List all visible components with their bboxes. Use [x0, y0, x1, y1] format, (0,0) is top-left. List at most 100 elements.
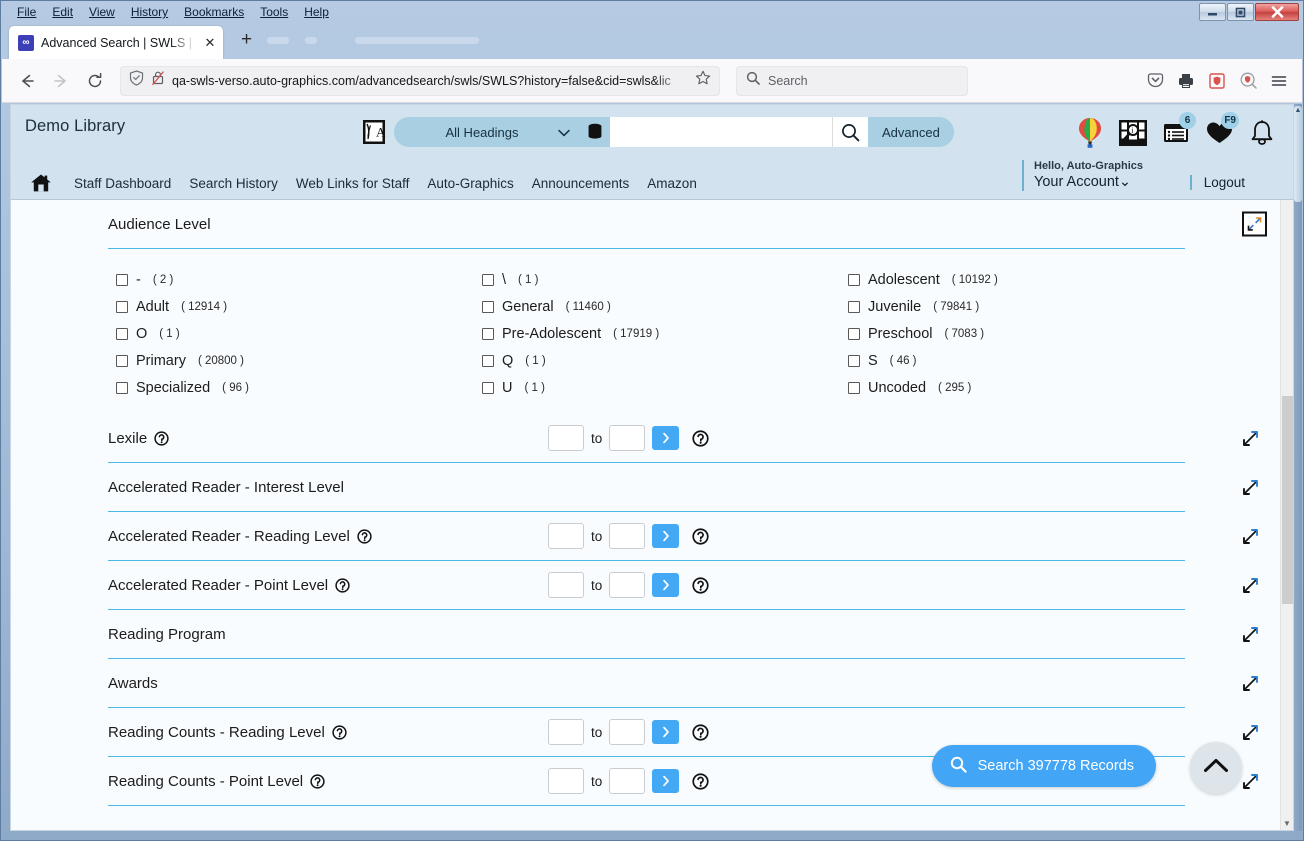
help-icon[interactable] — [692, 576, 709, 594]
language-toggle-icon[interactable]: A — [361, 118, 387, 146]
help-icon[interactable] — [310, 773, 325, 789]
menu-file[interactable]: File — [9, 3, 44, 21]
account-menu[interactable]: Hello, Auto-Graphics Your Account⌄ — [1022, 160, 1143, 191]
new-tab-button[interactable]: + — [241, 30, 252, 49]
filter-section-header[interactable]: Awards — [108, 659, 1258, 707]
advanced-search-button[interactable]: Advanced — [868, 117, 954, 147]
expand-section-icon[interactable] — [1239, 427, 1261, 449]
page-scrollbar-thumb[interactable] — [1282, 396, 1293, 604]
expand-section-icon[interactable] — [1239, 770, 1261, 792]
range-apply-button[interactable] — [652, 769, 680, 793]
range-from-input[interactable] — [548, 572, 584, 598]
expand-section-icon[interactable] — [1239, 574, 1261, 596]
hamburger-menu-icon[interactable] — [1268, 70, 1290, 92]
extension-shield-icon[interactable] — [1206, 70, 1228, 92]
search-records-button[interactable]: Search 397778 Records — [931, 745, 1156, 787]
audience-option[interactable]: Primary ( 20800 ) — [116, 353, 482, 369]
range-apply-button[interactable] — [652, 720, 680, 744]
help-icon[interactable] — [692, 429, 709, 447]
menu-help[interactable]: Help — [296, 3, 337, 21]
notification-bell-icon[interactable] — [1245, 115, 1279, 151]
help-icon[interactable] — [357, 528, 372, 544]
forward-button[interactable] — [46, 66, 76, 96]
menu-edit[interactable]: Edit — [44, 3, 81, 21]
expand-section-icon[interactable] — [1239, 623, 1261, 645]
expand-section-icon[interactable] — [1239, 721, 1261, 743]
back-button[interactable] — [12, 66, 42, 96]
help-icon[interactable] — [692, 772, 709, 790]
nav-web-links-for-staff[interactable]: Web Links for Staff — [287, 176, 419, 191]
nav-announcements[interactable]: Announcements — [523, 176, 639, 191]
help-icon[interactable] — [335, 577, 350, 593]
checkbox-icon[interactable] — [848, 328, 860, 340]
lock-crossed-icon[interactable] — [151, 70, 165, 91]
maximize-button[interactable] — [1227, 3, 1254, 21]
audience-option[interactable]: S ( 46 ) — [848, 353, 1185, 369]
balloon-icon[interactable] — [1073, 115, 1107, 151]
audience-level-header[interactable]: Audience Level — [108, 200, 1267, 248]
audience-option[interactable]: -( 2 ) — [116, 272, 482, 288]
checkbox-icon[interactable] — [482, 301, 494, 313]
nav-staff-dashboard[interactable]: Staff Dashboard — [65, 176, 180, 191]
search-scope-select[interactable]: All Headings — [394, 117, 580, 147]
range-to-input[interactable] — [609, 425, 646, 451]
checkbox-icon[interactable] — [848, 355, 860, 367]
menu-view[interactable]: View — [81, 3, 123, 21]
filter-section-header[interactable]: Reading Program — [108, 610, 1258, 658]
range-to-input[interactable] — [609, 719, 646, 745]
search-input[interactable] — [610, 117, 832, 147]
nav-auto-graphics[interactable]: Auto-Graphics — [418, 176, 522, 191]
audience-option[interactable]: Adolescent ( 10192 ) — [848, 272, 1185, 288]
range-apply-button[interactable] — [652, 573, 680, 597]
audience-option[interactable]: Juvenile ( 79841 ) — [848, 299, 1185, 315]
window-scrollbar[interactable] — [1294, 104, 1302, 831]
collapse-section-icon[interactable] — [1242, 211, 1267, 237]
extension-search-shield-icon[interactable] — [1237, 70, 1259, 92]
nav-search-history[interactable]: Search History — [180, 176, 287, 191]
logout-link[interactable]: Logout — [1204, 175, 1245, 190]
checkbox-icon[interactable] — [848, 382, 860, 394]
database-icon[interactable] — [580, 117, 610, 147]
range-to-input[interactable] — [609, 523, 646, 549]
audience-option[interactable]: Preschool ( 7083 ) — [848, 326, 1185, 342]
audience-option[interactable]: Pre-Adolescent ( 17919 ) — [482, 326, 848, 342]
audience-option[interactable]: U ( 1 ) — [482, 380, 848, 396]
checkbox-icon[interactable] — [116, 301, 128, 313]
range-to-input[interactable] — [609, 768, 646, 794]
checkbox-icon[interactable] — [116, 355, 128, 367]
filter-section-header[interactable]: Accelerated Reader - Point Level to — [108, 561, 1258, 609]
checkbox-icon[interactable] — [116, 274, 128, 286]
audience-option[interactable]: \ ( 1 ) — [482, 272, 848, 288]
expand-section-icon[interactable] — [1239, 525, 1261, 547]
home-icon[interactable] — [29, 171, 53, 195]
audience-option[interactable]: Specialized ( 96 ) — [116, 380, 482, 396]
help-icon[interactable] — [692, 723, 709, 741]
menu-tools[interactable]: Tools — [252, 3, 296, 21]
tab-close-icon[interactable]: ✕ — [203, 35, 217, 51]
filter-section-header[interactable]: Accelerated Reader - Interest Level — [108, 463, 1258, 511]
audience-option[interactable]: General ( 11460 ) — [482, 299, 848, 315]
reload-button[interactable] — [80, 66, 110, 96]
expand-section-icon[interactable] — [1239, 672, 1261, 694]
audience-option[interactable]: Uncoded ( 295 ) — [848, 380, 1185, 396]
browser-tab-active[interactable]: ∞ Advanced Search | SWLS | SWLS ✕ — [9, 26, 223, 59]
your-account-link[interactable]: Your Account⌄ — [1034, 173, 1143, 191]
checkbox-icon[interactable] — [116, 328, 128, 340]
menu-bookmarks[interactable]: Bookmarks — [176, 3, 252, 21]
range-from-input[interactable] — [548, 768, 584, 794]
checkbox-icon[interactable] — [482, 355, 494, 367]
address-bar[interactable]: qa-swls-verso.auto-graphics.com/advanced… — [120, 65, 720, 96]
audience-option[interactable]: Adult ( 12914 ) — [116, 299, 482, 315]
help-icon[interactable] — [692, 527, 709, 545]
print-icon[interactable] — [1175, 70, 1197, 92]
scroll-down-arrow-icon[interactable]: ▼ — [1283, 819, 1291, 828]
filter-section-header[interactable]: Lexile to — [108, 414, 1258, 462]
checkbox-icon[interactable] — [848, 301, 860, 313]
checkbox-icon[interactable] — [482, 382, 494, 394]
checkbox-icon[interactable] — [116, 382, 128, 394]
close-button[interactable] — [1255, 3, 1299, 21]
checkbox-icon[interactable] — [482, 328, 494, 340]
checkbox-icon[interactable] — [848, 274, 860, 286]
window-scroll-up-arrow-icon[interactable]: ▲ — [1294, 107, 1302, 114]
nav-amazon[interactable]: Amazon — [638, 176, 706, 191]
